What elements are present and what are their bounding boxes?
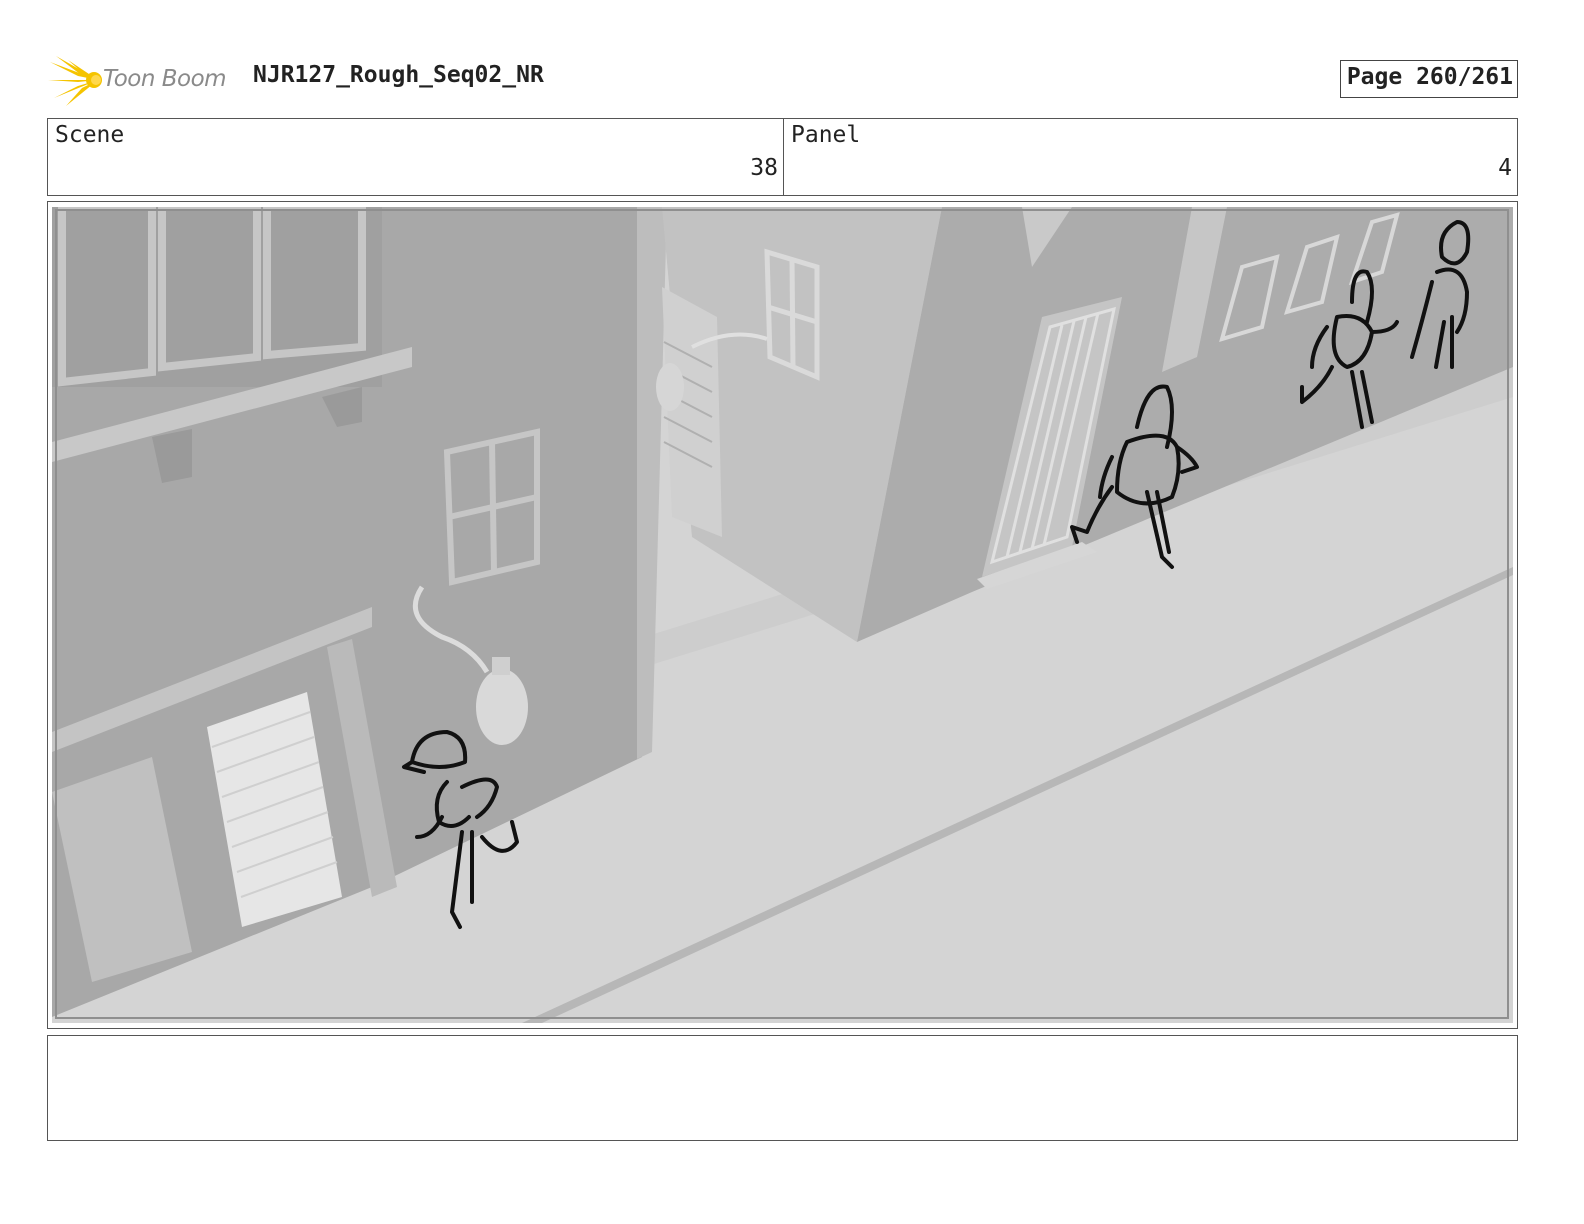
panel-value: 4 [1498,155,1512,181]
panel-label: Panel [791,122,861,148]
scene-value: 38 [750,155,778,181]
page-indicator: Page 260/261 [1340,60,1518,98]
scene-label: Scene [55,122,125,148]
toon-boom-logo: Toon Boom [48,54,248,110]
logo-text: Toon Boom [103,66,227,92]
page-number: Page 260/261 [1346,64,1513,90]
storyboard-frame [47,201,1518,1029]
document-title: NJR127_Rough_Seq02_NR [253,62,544,88]
scene-cell: Scene 38 [48,119,784,195]
notes-box [47,1035,1518,1141]
storyboard-image [52,207,1513,1023]
scene-panel-row: Scene 38 Panel 4 [47,118,1518,196]
panel-cell: Panel 4 [784,119,1517,195]
logo-burst-icon [48,56,102,106]
page-header: Toon Boom NJR127_Rough_Seq02_NR Page 260… [48,50,1538,110]
